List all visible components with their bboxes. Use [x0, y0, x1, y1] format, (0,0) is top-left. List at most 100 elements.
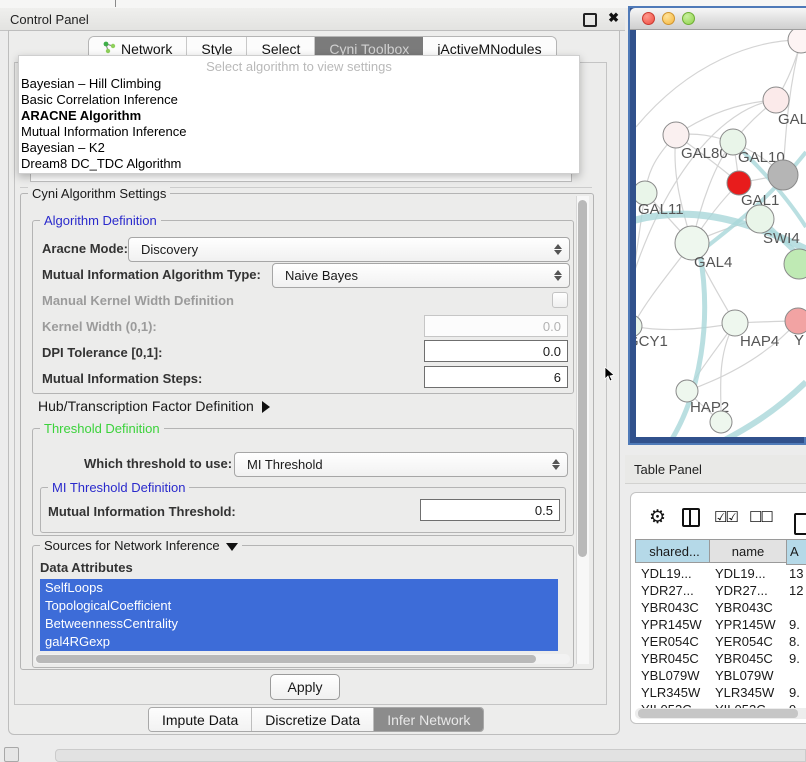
combo-arrows-icon — [550, 270, 566, 281]
network-view-titlebar[interactable] — [630, 8, 806, 30]
table-cell: YBR045C — [709, 650, 786, 667]
which-threshold-label: Which threshold to use: — [84, 456, 232, 471]
algorithm-option[interactable]: Dream8 DC_TDC Algorithm — [19, 156, 579, 172]
node-label: GCY1 — [636, 333, 668, 350]
data-attribute-item[interactable]: BetweennessCentrality — [40, 615, 558, 633]
kernel-width-field[interactable]: 0.0 — [424, 315, 568, 337]
algorithm-option[interactable]: Mutual Information Inference — [19, 124, 579, 140]
table-cell: YLR345W — [709, 684, 786, 701]
table-cell: YDL19... — [709, 565, 786, 582]
network-edge[interactable] — [636, 323, 735, 330]
collapsed-panel-icon[interactable] — [4, 747, 19, 762]
algorithm-option[interactable]: ARACNE Algorithm — [19, 108, 579, 124]
network-node-gal7[interactable] — [763, 87, 789, 113]
table-cell: YDL19... — [635, 565, 709, 582]
close-traffic-icon[interactable] — [642, 12, 655, 25]
select-all-checks-icon[interactable]: ☑☑ — [714, 508, 737, 526]
table-cell: YPR145W — [635, 616, 709, 633]
node-label: HAP4 — [740, 333, 779, 350]
network-node[interactable] — [788, 30, 806, 53]
tab-discretize-data[interactable]: Discretize Data — [252, 708, 374, 731]
table-cell: 9. — [786, 650, 806, 667]
network-edge[interactable] — [636, 40, 801, 127]
table-cell: YLR345W — [635, 684, 709, 701]
table-row[interactable]: YBL079WYBL079W — [635, 667, 806, 684]
table-cell: YDR27... — [709, 582, 786, 599]
expand-right-icon — [262, 401, 270, 413]
network-canvas[interactable]: GAL7GAL80GAL10GAL1GAL11SWI4GAL4GCY1HAP4Y… — [636, 30, 806, 437]
table-hscrollbar[interactable] — [635, 708, 806, 719]
aracne-mode-select[interactable]: Discovery — [128, 237, 570, 262]
minimize-traffic-icon[interactable] — [662, 12, 675, 25]
apply-button[interactable]: Apply — [270, 674, 340, 700]
column-header[interactable]: name — [709, 539, 786, 563]
table-row[interactable]: YLR345WYLR345W9. — [635, 684, 806, 701]
aracne-mode-label: Aracne Mode: — [42, 241, 128, 256]
table-cell: YBL079W — [635, 667, 709, 684]
table-row[interactable]: YPR145WYPR145W9. — [635, 616, 806, 633]
manual-kernel-checkbox[interactable] — [552, 292, 568, 308]
table-row[interactable]: YDL19...YDL19...13 — [635, 565, 806, 582]
table-cell: 9. — [786, 684, 806, 701]
table-cell: 12 — [786, 582, 806, 599]
algorithm-definition-title: Algorithm Definition — [40, 213, 161, 228]
hub-section-label: Hub/Transcription Factor Definition — [38, 398, 254, 414]
sources-hscrollbar[interactable] — [34, 654, 570, 664]
cyni-bottom-tabbar: Impute DataDiscretize DataInfer Network — [148, 707, 484, 732]
mi-algorithm-type-select[interactable]: Naive Bayes — [272, 263, 570, 288]
table-cell — [786, 667, 806, 684]
table-row[interactable]: YBR043CYBR043C — [635, 599, 806, 616]
columns-icon[interactable] — [682, 508, 700, 527]
tab-impute-data[interactable]: Impute Data — [149, 708, 252, 731]
algorithm-dropdown-popup: Select algorithm to view settings Bayesi… — [18, 55, 580, 174]
which-threshold-select[interactable]: MI Threshold — [234, 452, 568, 477]
algorithm-option[interactable]: Basic Correlation Inference — [19, 92, 579, 108]
data-attributes-label: Data Attributes — [40, 560, 133, 575]
combo-arrows-icon — [548, 459, 564, 470]
network-node[interactable] — [710, 411, 732, 433]
table-cell: YPR145W — [709, 616, 786, 633]
data-attribute-item[interactable]: TopologicalCoefficient — [40, 597, 558, 615]
node-label: GAL11 — [638, 201, 684, 218]
network-node[interactable] — [768, 160, 798, 190]
network-edge[interactable] — [676, 100, 776, 135]
algorithm-option[interactable]: Bayesian – Hill Climbing — [19, 76, 579, 92]
close-icon[interactable]: ✖ — [608, 10, 619, 26]
table-cell: 13 — [786, 565, 806, 582]
table-toolbar: ⚙ ☑☑ ☐☐ — [631, 501, 806, 533]
table-cell: YBR043C — [635, 599, 709, 616]
mi-threshold-field[interactable]: 0.5 — [420, 499, 560, 521]
column-header[interactable]: A — [786, 539, 806, 565]
settings-vscrollbar[interactable] — [576, 196, 589, 664]
node-label: SWI4 — [763, 230, 800, 247]
network-node-swi4[interactable] — [746, 205, 774, 233]
column-header[interactable]: shared... — [635, 539, 709, 563]
dpi-tolerance-field[interactable]: 0.0 — [424, 340, 568, 362]
data-attributes-list[interactable]: SelfLoopsTopologicalCoefficientBetweenne… — [40, 579, 558, 651]
scrollbar-thumb[interactable] — [578, 200, 587, 557]
table-row[interactable]: YBR045CYBR045C9. — [635, 650, 806, 667]
table-panel: ⚙ ☑☑ ☐☐ shared...nameA YDL19...YDL19...1… — [630, 492, 806, 724]
table-header-row: shared...nameA — [635, 539, 806, 565]
hub-section-toggle[interactable]: Hub/Transcription Factor Definition — [38, 398, 270, 414]
mi-steps-field[interactable]: 6 — [424, 366, 568, 388]
float-window-icon[interactable] — [583, 13, 597, 27]
network-node[interactable] — [784, 249, 806, 279]
data-attribute-item[interactable]: gal4RGexp — [40, 633, 558, 651]
network-node-y[interactable] — [785, 308, 806, 334]
tab-infer-network[interactable]: Infer Network — [374, 708, 483, 731]
aracne-mode-value: Discovery — [141, 242, 550, 257]
scrollbar-thumb[interactable] — [36, 655, 536, 663]
gear-icon[interactable]: ⚙ — [649, 506, 666, 529]
deselect-all-checks-icon[interactable]: ☐☐ — [749, 508, 772, 526]
table-cell: 8. — [786, 633, 806, 650]
algorithm-placeholder: Select algorithm to view settings — [19, 56, 579, 76]
document-icon[interactable] — [794, 513, 806, 535]
scrollbar-thumb[interactable] — [638, 709, 798, 718]
table-row[interactable]: YDR27...YDR27...12 — [635, 582, 806, 599]
algorithm-list: Bayesian – Hill ClimbingBasic Correlatio… — [19, 76, 579, 172]
table-row[interactable]: YER054CYER054C8. — [635, 633, 806, 650]
algorithm-option[interactable]: Bayesian – K2 — [19, 140, 579, 156]
zoom-traffic-icon[interactable] — [682, 12, 695, 25]
data-attribute-item[interactable]: SelfLoops — [40, 579, 558, 597]
